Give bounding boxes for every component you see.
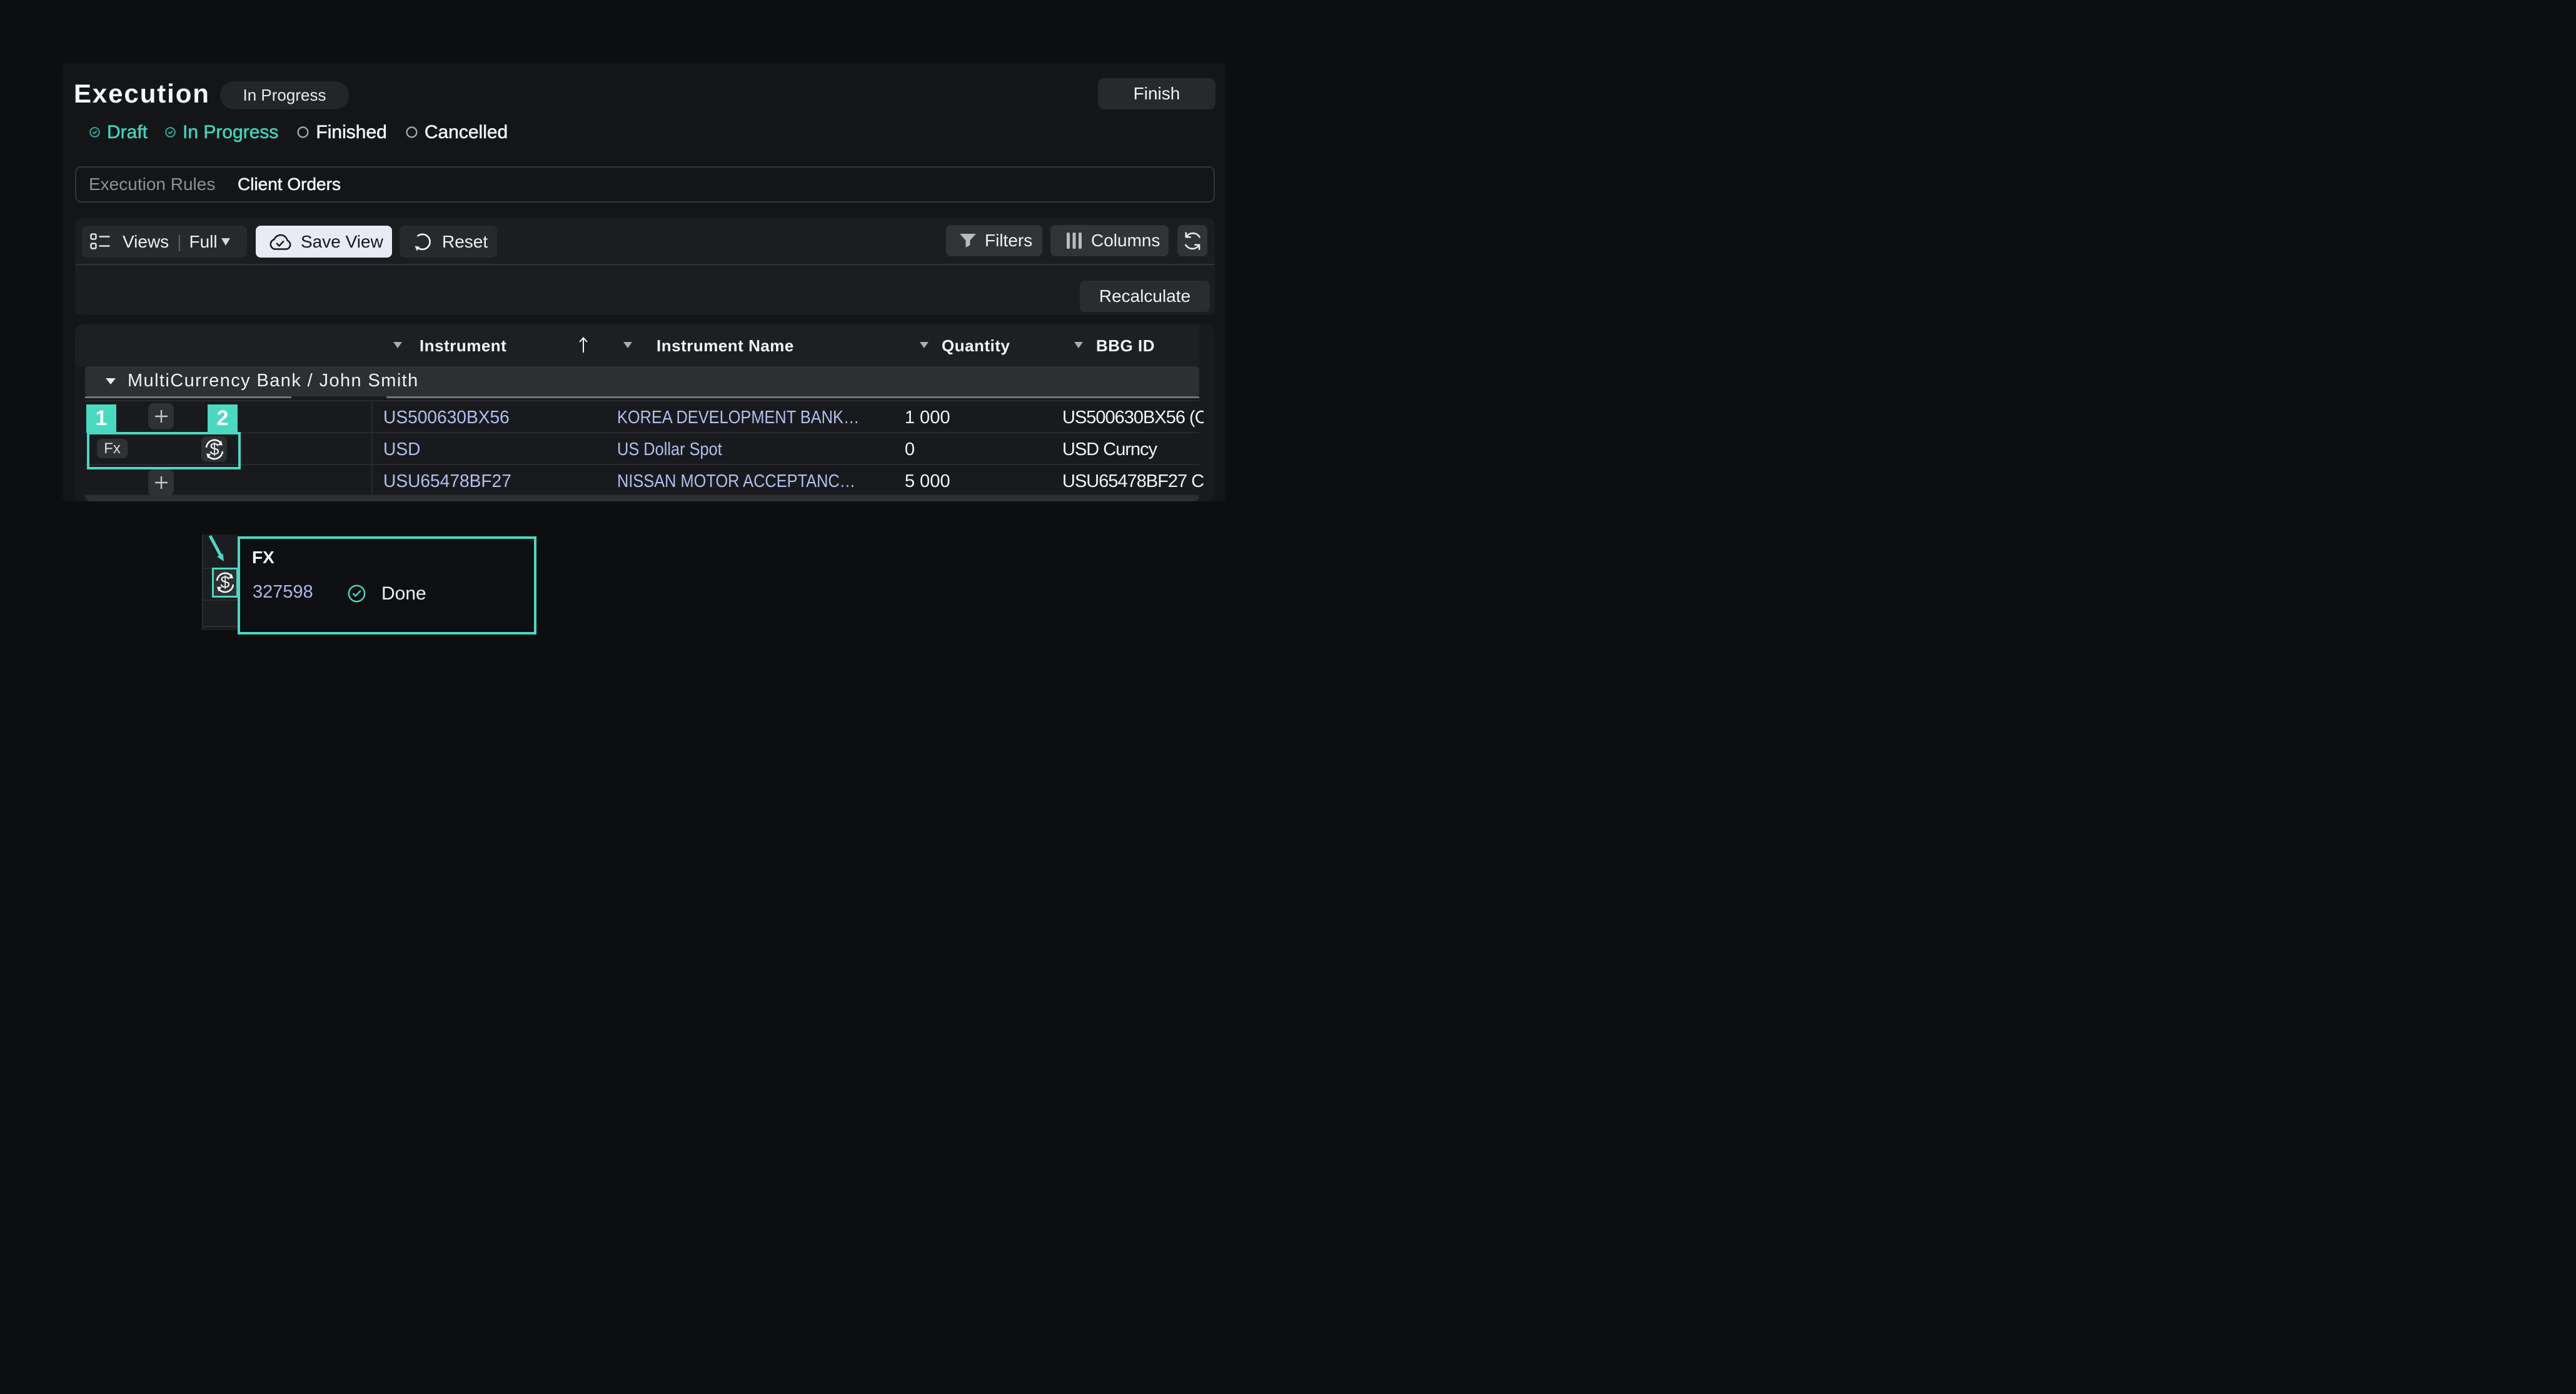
svg-text:$: $: [209, 439, 219, 458]
svg-text:$: $: [220, 573, 229, 592]
